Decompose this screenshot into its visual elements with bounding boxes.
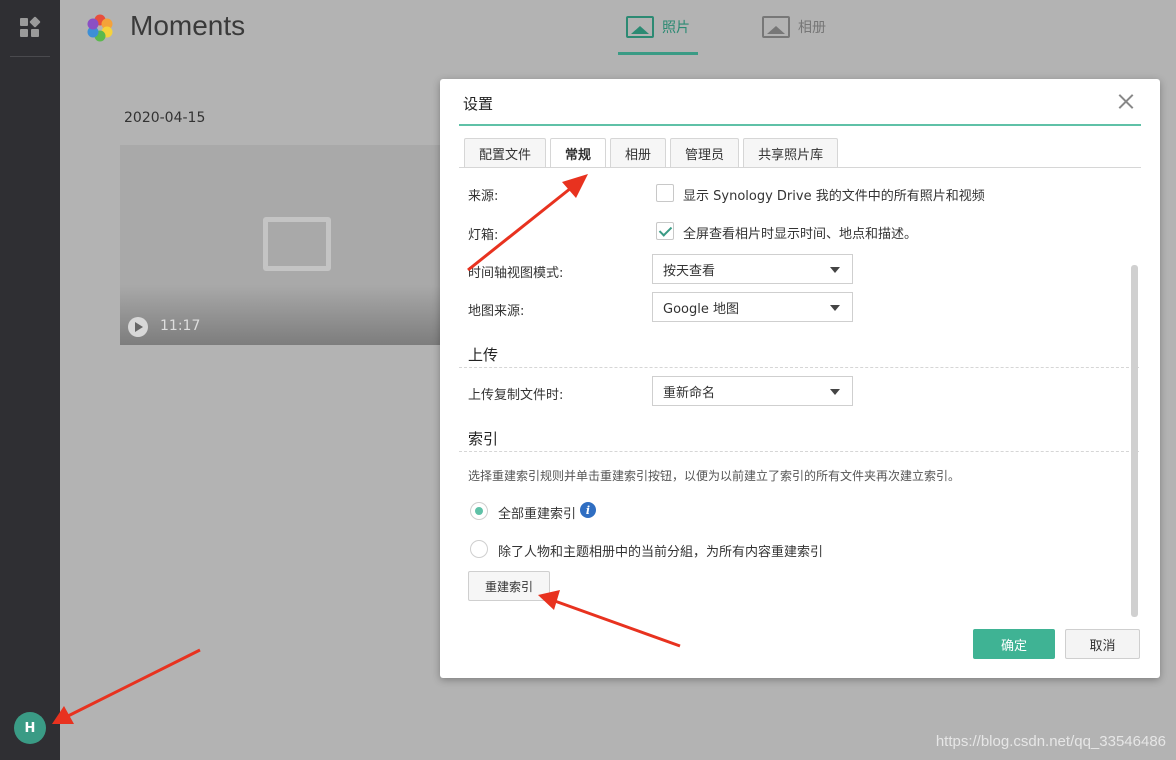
close-icon[interactable]	[1118, 93, 1134, 109]
upload-heading: 上传	[468, 346, 499, 364]
avatar[interactable]: H	[14, 712, 46, 744]
active-tab-indicator	[618, 52, 698, 55]
watermark: https://blog.csdn.net/qq_33546486	[935, 733, 1166, 750]
left-rail: H	[0, 0, 60, 760]
ok-button[interactable]: 确定	[973, 629, 1055, 659]
photo-icon	[626, 16, 654, 38]
radio-rebuild-all-label: 全部重建索引	[498, 507, 577, 522]
video-thumbnail[interactable]: 11:17	[120, 145, 450, 345]
radio-rebuild-all[interactable]	[470, 502, 488, 520]
play-icon	[128, 317, 148, 337]
tab-general[interactable]: 常规	[550, 138, 607, 168]
video-duration: 11:17	[160, 318, 201, 334]
tab-albums[interactable]: 相册	[762, 16, 826, 38]
tab-albums-label: 相册	[798, 20, 826, 36]
radio-rebuild-except-label: 除了人物和主题相册中的当前分組，为所有内容重建索引	[498, 545, 824, 560]
tab-admin[interactable]: 管理员	[670, 138, 740, 167]
radio-rebuild-except[interactable]	[470, 540, 488, 558]
source-label: 来源:	[468, 189, 499, 204]
tab-shared-library[interactable]: 共享照片库	[743, 138, 839, 167]
info-icon[interactable]: i	[580, 502, 596, 518]
timeline-mode-select[interactable]: 按天查看	[652, 254, 853, 284]
lightbox-checkbox-label: 全屏查看相片时显示时间、地点和描述。	[683, 227, 918, 242]
map-source-select[interactable]: Google 地图	[652, 292, 853, 322]
upload-divider	[459, 367, 1139, 368]
upload-duplicate-label: 上传复制文件时:	[468, 388, 564, 403]
dialog-scrollbar[interactable]	[1131, 265, 1138, 617]
settings-tabs: 配置文件 常规 相册 管理员 共享照片库	[464, 138, 839, 168]
moments-logo-icon	[87, 14, 113, 42]
tab-photos[interactable]: 照片	[626, 16, 690, 38]
index-heading: 索引	[468, 430, 499, 448]
map-source-label: 地图来源:	[468, 304, 525, 319]
rebuild-index-button[interactable]: 重建索引	[468, 571, 550, 601]
rail-divider	[10, 56, 50, 57]
index-divider	[459, 451, 1139, 452]
timeline-mode-label: 时间轴视图模式:	[468, 266, 564, 281]
upload-duplicate-select[interactable]: 重新命名	[652, 376, 853, 406]
tab-albums-settings[interactable]: 相册	[610, 138, 667, 167]
album-icon	[762, 16, 790, 38]
lightbox-label: 灯箱:	[468, 228, 499, 243]
tab-profile[interactable]: 配置文件	[464, 138, 547, 167]
dialog-title: 设置	[463, 95, 494, 113]
settings-dialog: 设置 配置文件 常规 相册 管理员 共享照片库 来源: 显示 Synology …	[440, 79, 1160, 678]
cancel-button[interactable]: 取消	[1065, 629, 1140, 659]
image-placeholder-icon	[263, 217, 331, 271]
timeline-date: 2020-04-15	[124, 110, 206, 126]
annotation-arrow-avatar	[63, 648, 201, 720]
index-description: 选择重建索引规则并单击重建索引按钮，以便为以前建立了索引的所有文件夹再次建立索引…	[468, 469, 961, 483]
source-checkbox-label: 显示 Synology Drive 我的文件中的所有照片和视频	[683, 189, 985, 204]
app-grid-icon[interactable]	[20, 16, 41, 38]
title-divider	[459, 124, 1141, 126]
source-checkbox[interactable]	[656, 184, 674, 202]
app-title: Moments	[130, 10, 246, 41]
tab-photos-label: 照片	[662, 20, 690, 36]
tabs-divider	[459, 167, 1141, 168]
lightbox-checkbox[interactable]	[656, 222, 674, 240]
